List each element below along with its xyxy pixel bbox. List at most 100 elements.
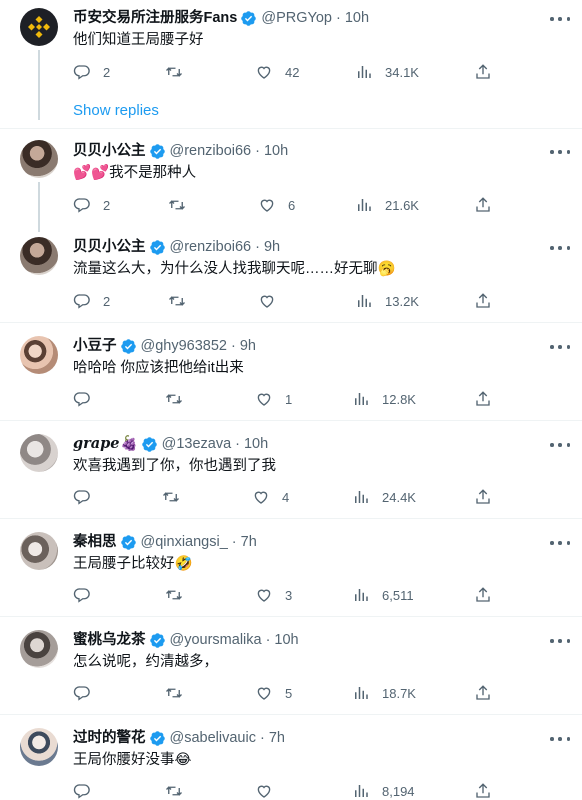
share-button[interactable] (474, 389, 492, 409)
more-options-icon[interactable] (550, 731, 570, 747)
display-name[interactable]: 贝贝小公主 (73, 142, 146, 160)
like-button[interactable]: 3 (255, 585, 292, 605)
timestamp[interactable]: 7h (241, 533, 257, 551)
views-button[interactable]: 34.1K (355, 62, 419, 82)
handle[interactable]: @renziboi66 (170, 142, 252, 160)
avatar[interactable] (20, 336, 58, 374)
tweet[interactable]: 秦相思 @qinxiangsi_ · 7h 王局腰子比较好🤣 3 6,511 (0, 519, 582, 617)
reply-button[interactable] (73, 487, 91, 507)
reply-icon (73, 686, 90, 701)
avatar[interactable] (20, 434, 58, 472)
timestamp[interactable]: 10h (244, 435, 268, 453)
reply-button[interactable] (73, 683, 91, 703)
handle[interactable]: @ghy963852 (141, 337, 227, 355)
share-button[interactable] (474, 62, 492, 82)
avatar[interactable] (20, 630, 58, 668)
reply-button[interactable]: 2 (73, 62, 110, 82)
views-button[interactable]: 18.7K (352, 683, 416, 703)
like-button[interactable]: 6 (258, 195, 295, 215)
display-name[interactable]: 小豆子 (73, 337, 117, 355)
more-options-icon[interactable] (550, 144, 570, 160)
retweet-button[interactable] (168, 195, 186, 215)
like-count: 4 (282, 489, 290, 505)
avatar[interactable] (20, 140, 58, 178)
reply-button[interactable]: 2 (73, 291, 110, 311)
share-button[interactable] (474, 683, 492, 703)
tweet[interactable]: grape🍇 @13ezava · 10h 欢喜我遇到了你，你也遇到了我 4 2… (0, 421, 582, 519)
views-button[interactable]: 12.8K (352, 389, 416, 409)
reply-icon (73, 294, 90, 309)
tweet[interactable]: 贝贝小公主 @renziboi66 · 10h 💕💕我不是那种人 2 6 21.… (0, 129, 582, 227)
handle[interactable]: @yoursmalika (170, 631, 262, 649)
timestamp[interactable]: 9h (264, 238, 280, 256)
display-name[interactable]: 过时的警花 (73, 729, 146, 747)
timestamp[interactable]: 9h (240, 337, 256, 355)
more-options-icon[interactable] (550, 535, 570, 551)
like-button[interactable] (258, 291, 288, 311)
retweet-button[interactable] (168, 291, 186, 311)
timestamp[interactable]: 10h (345, 9, 369, 27)
display-name[interactable]: 币安交易所注册服务Fans (73, 9, 237, 27)
more-options-icon[interactable] (550, 339, 570, 355)
tweet[interactable]: 小豆子 @ghy963852 · 9h 哈哈哈 你应该把他给it出来 1 12.… (0, 323, 582, 421)
retweet-button[interactable] (165, 62, 183, 82)
like-button[interactable]: 5 (255, 683, 292, 703)
like-count: 42 (285, 64, 300, 80)
verified-badge-icon (120, 534, 136, 550)
share-button[interactable] (474, 291, 492, 311)
views-button[interactable]: 6,511 (352, 585, 414, 605)
show-replies-link[interactable]: Show replies (73, 102, 159, 119)
views-button[interactable]: 13.2K (355, 291, 419, 311)
more-options-icon[interactable] (550, 437, 570, 453)
handle[interactable]: @qinxiangsi_ (141, 533, 228, 551)
share-button[interactable] (474, 585, 492, 605)
display-name[interactable]: 蜜桃乌龙茶 (73, 631, 146, 649)
tweet[interactable]: 贝贝小公主 @renziboi66 · 9h 流量这么大，为什么没人找我聊天呢…… (0, 227, 582, 323)
share-button[interactable] (474, 487, 492, 507)
views-button[interactable]: 8,194 (352, 781, 415, 800)
avatar[interactable] (20, 237, 58, 275)
retweet-button[interactable] (165, 781, 183, 800)
view-count: 6,511 (382, 587, 414, 603)
tweet-actions: 2 6 21.6K (0, 195, 582, 215)
more-options-icon[interactable] (550, 11, 570, 27)
avatar[interactable] (20, 532, 58, 570)
retweet-button[interactable] (165, 683, 183, 703)
retweet-button[interactable] (165, 389, 183, 409)
like-count: 6 (288, 197, 296, 213)
like-button[interactable]: 1 (255, 389, 292, 409)
timestamp[interactable]: 10h (274, 631, 298, 649)
display-name[interactable]: 贝贝小公主 (73, 238, 146, 256)
timestamp[interactable]: 7h (269, 729, 285, 747)
retweet-button[interactable] (162, 487, 180, 507)
handle[interactable]: @sabelivauic (170, 729, 256, 747)
timestamp[interactable]: 10h (264, 142, 288, 160)
reply-button[interactable]: 2 (73, 195, 110, 215)
heart-icon (254, 491, 268, 504)
avatar[interactable] (20, 728, 58, 766)
display-name[interactable]: 秦相思 (73, 533, 117, 551)
view-count: 21.6K (385, 197, 419, 213)
views-button[interactable]: 24.4K (352, 487, 416, 507)
verified-badge-icon (149, 143, 165, 159)
like-button[interactable] (255, 781, 273, 800)
avatar[interactable] (20, 8, 58, 46)
like-button[interactable]: 4 (252, 487, 289, 507)
more-options-icon[interactable] (550, 633, 570, 649)
tweet[interactable]: 过时的警花 @sabelivauic · 7h 王局你腰好没事😂 8,194 (0, 715, 582, 800)
handle[interactable]: @renziboi66 (170, 238, 252, 256)
display-name[interactable]: grape🍇 (73, 435, 138, 453)
handle[interactable]: @PRGYop (261, 9, 332, 27)
share-button[interactable] (474, 781, 492, 800)
reply-button[interactable] (73, 585, 91, 605)
retweet-button[interactable] (165, 585, 183, 605)
more-options-icon[interactable] (550, 240, 570, 256)
views-button[interactable]: 21.6K (355, 195, 419, 215)
share-button[interactable] (474, 195, 492, 215)
tweet[interactable]: 币安交易所注册服务Fans @PRGYop · 10h 他们知道王局腰子好 2 … (0, 0, 582, 129)
reply-button[interactable] (73, 389, 91, 409)
tweet[interactable]: 蜜桃乌龙茶 @yoursmalika · 10h 怎么说呢，约清越多， 5 18… (0, 617, 582, 715)
like-button[interactable]: 42 (255, 62, 299, 82)
reply-button[interactable] (73, 781, 91, 800)
handle[interactable]: @13ezava (162, 435, 232, 453)
